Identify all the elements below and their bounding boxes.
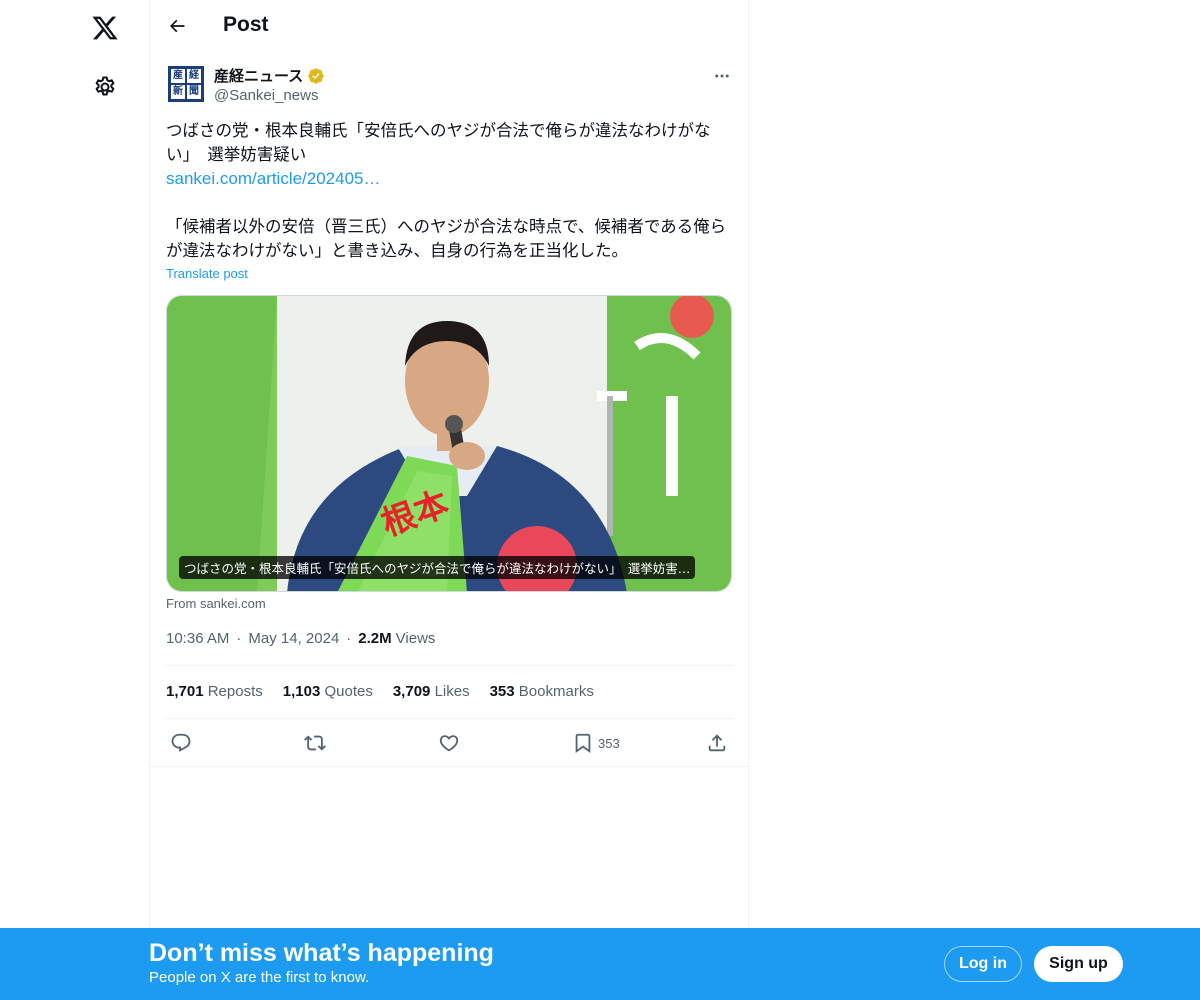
bookmarks-stat[interactable]: 353 Bookmarks bbox=[490, 683, 594, 703]
x-logo-icon[interactable] bbox=[85, 8, 125, 48]
bookmark-icon bbox=[575, 733, 591, 754]
left-nav bbox=[0, 0, 150, 1000]
heart-icon bbox=[439, 735, 459, 752]
post-link[interactable]: sankei.com/article/202405… bbox=[166, 169, 381, 188]
author-handle[interactable]: @Sankei_news bbox=[214, 87, 318, 104]
post-author: 産 経 新 聞 産経ニュース @Sankei_news bbox=[166, 64, 734, 108]
post-text: つばさの党・根本良輔氏「安倍氏へのヤジが合法で俺らが違法なわけがない」 選挙妨害… bbox=[166, 119, 732, 263]
signup-button[interactable]: Sign up bbox=[1034, 946, 1123, 982]
views-label: Views bbox=[395, 630, 436, 647]
post-text-paragraph: つばさの党・根本良輔氏「安倍氏へのヤジが合法で俺らが違法なわけがない」 選挙妨害… bbox=[166, 121, 711, 164]
post-stats: 1,701 Reposts 1,103 Quotes 3,709 Likes 3… bbox=[166, 683, 594, 703]
login-button[interactable]: Log in bbox=[944, 946, 1022, 982]
avatar-char: 新 bbox=[171, 85, 185, 99]
card-source[interactable]: From sankei.com bbox=[166, 596, 266, 611]
share-button[interactable] bbox=[706, 730, 728, 756]
like-button[interactable] bbox=[438, 730, 460, 756]
author-name[interactable]: 産経ニュース bbox=[214, 65, 325, 86]
reply-button[interactable] bbox=[170, 730, 192, 756]
avatar-char: 産 bbox=[171, 69, 185, 83]
more-options-button[interactable] bbox=[710, 66, 734, 86]
post-actions: 353 bbox=[166, 730, 734, 756]
reply-icon bbox=[171, 733, 191, 752]
quotes-label: Quotes bbox=[324, 683, 373, 700]
reposts-count: 1,701 bbox=[166, 683, 204, 700]
gear-icon[interactable] bbox=[85, 67, 125, 107]
repost-icon bbox=[304, 735, 326, 751]
arrow-left-icon bbox=[169, 19, 185, 33]
likes-stat[interactable]: 3,709 Likes bbox=[393, 683, 470, 703]
likes-count: 3,709 bbox=[392, 683, 431, 700]
reposts-label: Reposts bbox=[207, 683, 263, 700]
separator-dot: · bbox=[346, 630, 352, 647]
repost-button[interactable] bbox=[304, 730, 326, 756]
banner-title: Don’t miss what’s happening bbox=[149, 939, 494, 967]
post-column: Post 産 経 新 聞 産経ニュース @Sankei_news つばさの党・根… bbox=[149, 0, 749, 1000]
divider bbox=[166, 718, 734, 719]
card-caption: つばさの党・根本良輔氏「安倍氏へのヤジが合法で俺らが違法なわけがない」 選挙妨害… bbox=[179, 556, 696, 579]
quotes-stat[interactable]: 1,103 Quotes bbox=[283, 683, 373, 703]
share-icon bbox=[708, 734, 726, 752]
card-image: 根本 bbox=[167, 296, 731, 591]
separator-dot: · bbox=[236, 630, 242, 647]
bookmarks-label: Bookmarks bbox=[518, 683, 594, 700]
post-text-paragraph: 「候補者以外の安倍（晋三氏）へのヤジが合法な時点で、候補者である俺らが違法なわけ… bbox=[166, 217, 727, 260]
post-date[interactable]: May 14, 2024 bbox=[248, 630, 339, 647]
divider bbox=[150, 766, 748, 767]
translate-post-link[interactable]: Translate post bbox=[166, 266, 248, 281]
signup-banner: Don’t miss what’s happening People on X … bbox=[0, 928, 1200, 1000]
post-meta: 10:36 AM · May 14, 2024 · 2.2M Views bbox=[166, 630, 435, 647]
avatar[interactable]: 産 経 新 聞 bbox=[168, 66, 204, 102]
page-title: Post bbox=[223, 13, 269, 36]
more-horizontal-icon bbox=[715, 74, 729, 78]
link-card[interactable]: 根本 つばさの党・根本良輔氏「安倍氏へのヤジが合法で俺らが違法なわけがない」 選… bbox=[166, 295, 732, 592]
quotes-count: 1,103 bbox=[282, 683, 321, 700]
likes-label: Likes bbox=[434, 683, 470, 700]
post-time[interactable]: 10:36 AM bbox=[166, 630, 229, 647]
reposts-stat[interactable]: 1,701 Reposts bbox=[166, 683, 263, 703]
author-name-text: 産経ニュース bbox=[214, 67, 304, 85]
divider bbox=[166, 665, 734, 666]
verified-badge-icon bbox=[308, 67, 324, 84]
post-header: Post bbox=[150, 0, 748, 53]
back-button[interactable] bbox=[162, 11, 192, 41]
bookmarks-count: 353 bbox=[489, 683, 515, 700]
views-count: 2.2M bbox=[358, 630, 392, 647]
avatar-char: 経 bbox=[187, 69, 201, 83]
avatar-char: 聞 bbox=[187, 85, 201, 99]
bookmark-button[interactable]: 353 bbox=[572, 730, 620, 756]
bookmark-count: 353 bbox=[598, 735, 620, 751]
banner-subtitle: People on X are the first to know. bbox=[149, 969, 370, 986]
